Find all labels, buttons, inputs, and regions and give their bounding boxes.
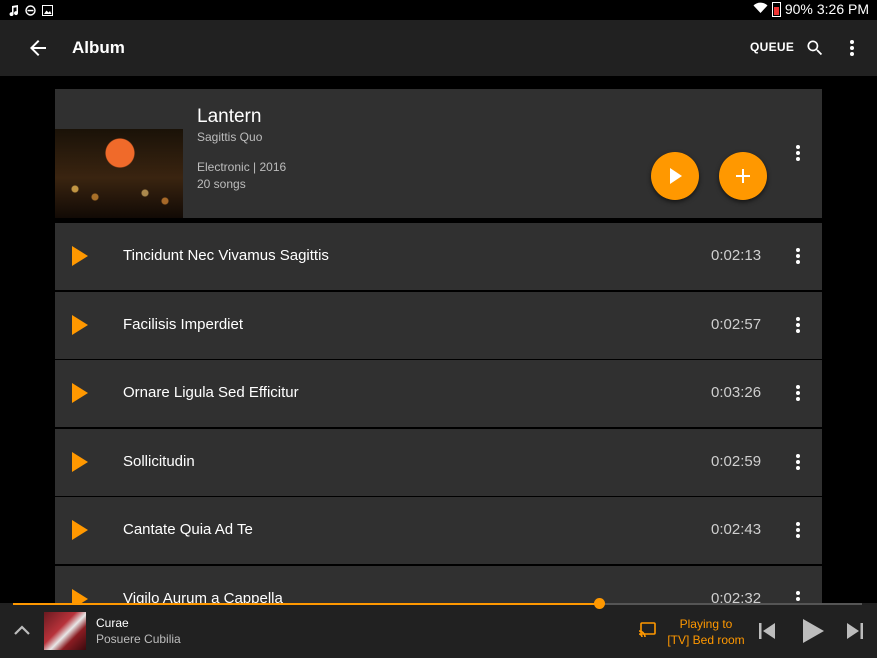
track-name: Facilisis Imperdiet [123, 316, 244, 333]
queue-button[interactable]: QUEUE [750, 40, 794, 54]
more-vert-icon[interactable] [788, 383, 808, 403]
clock: 3:26 PM [816, 1, 869, 17]
more-vert-icon[interactable] [788, 520, 808, 540]
playback-progress-knob[interactable] [594, 598, 605, 609]
play-icon[interactable] [70, 451, 90, 473]
play-icon[interactable] [70, 314, 90, 336]
status-right: 90% 3:26 PM [753, 1, 869, 17]
track-name: Vigilo Aurum a Cappella [123, 590, 283, 603]
more-vert-icon[interactable] [788, 589, 808, 603]
search-icon[interactable] [805, 38, 825, 58]
track-duration: 0:02:57 [711, 316, 762, 333]
music-note-icon [8, 3, 19, 17]
play-album-button[interactable] [651, 152, 699, 200]
back-arrow-icon[interactable] [26, 36, 50, 60]
album-song-count: 20 songs [197, 177, 246, 191]
track-name: Tincidunt Nec Vivamus Sagittis [123, 247, 329, 264]
image-icon [42, 3, 53, 16]
more-vert-icon[interactable] [842, 38, 862, 58]
now-playing-artist: Posuere Cubilia [96, 632, 181, 646]
track-duration: 0:02:13 [711, 247, 762, 264]
battery-icon [771, 1, 781, 17]
track-row[interactable]: Ornare Ligula Sed Efficitur 0:03:26 [55, 360, 822, 427]
cast-device: [TV] Bed room [667, 633, 745, 647]
album-genre-year: Electronic | 2016 [197, 160, 287, 174]
track-name: Cantate Quia Ad Te [123, 521, 253, 538]
add-icon [736, 169, 750, 183]
now-playing-artwork[interactable] [44, 612, 86, 650]
skip-previous-icon[interactable] [756, 620, 778, 642]
add-album-button[interactable] [719, 152, 767, 200]
mini-player: Curae Posuere Cubilia Playing to [TV] Be… [0, 603, 877, 658]
play-icon[interactable] [800, 617, 826, 645]
wifi-icon [753, 1, 768, 17]
status-bar: 90% 3:26 PM [0, 0, 877, 20]
playback-progress-fill [13, 603, 599, 605]
album-header: Lantern Sagittis Quo Electronic | 2016 2… [55, 89, 822, 218]
play-icon[interactable] [70, 588, 90, 603]
play-icon [670, 168, 682, 184]
battery-percent: 90% [784, 1, 813, 17]
app-bar: Album QUEUE [0, 20, 877, 76]
album-cover [55, 129, 183, 218]
album-title: Lantern [197, 106, 262, 127]
now-playing-title: Curae [96, 616, 129, 630]
cast-label: Playing to [679, 617, 733, 631]
track-duration: 0:03:26 [711, 384, 762, 401]
album-artist[interactable]: Sagittis Quo [197, 130, 262, 144]
play-icon[interactable] [70, 245, 90, 267]
track-row[interactable]: Vigilo Aurum a Cappella 0:02:32 [55, 566, 822, 603]
track-name: Ornare Ligula Sed Efficitur [123, 384, 299, 401]
more-vert-icon[interactable] [788, 246, 808, 266]
do-not-disturb-icon [25, 3, 36, 16]
track-row[interactable]: Sollicitudin 0:02:59 [55, 429, 822, 496]
track-duration: 0:02:59 [711, 453, 762, 470]
play-icon[interactable] [70, 519, 90, 541]
album-more-icon[interactable] [788, 143, 808, 163]
track-name: Sollicitudin [123, 453, 195, 470]
skip-next-icon[interactable] [844, 620, 866, 642]
track-row[interactable]: Cantate Quia Ad Te 0:02:43 [55, 497, 822, 564]
page-title: Album [72, 38, 125, 57]
track-row[interactable]: Tincidunt Nec Vivamus Sagittis 0:02:13 [55, 223, 822, 290]
track-duration: 0:02:43 [711, 521, 762, 538]
play-icon[interactable] [70, 382, 90, 404]
cast-target[interactable]: Playing to [TV] Bed room [662, 616, 750, 648]
cast-icon[interactable] [638, 622, 656, 638]
track-duration: 0:02:32 [711, 590, 762, 603]
expand-less-icon[interactable] [12, 621, 32, 641]
more-vert-icon[interactable] [788, 452, 808, 472]
more-vert-icon[interactable] [788, 315, 808, 335]
notification-icons [8, 3, 53, 17]
track-row[interactable]: Facilisis Imperdiet 0:02:57 [55, 292, 822, 359]
